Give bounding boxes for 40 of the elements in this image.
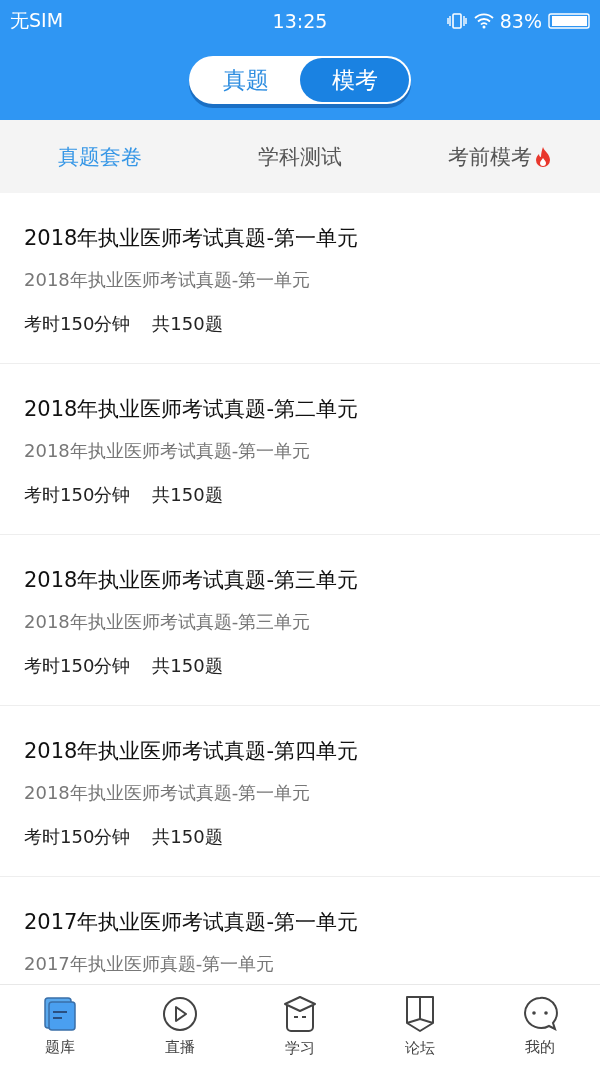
category-tab[interactable]: 考前模考 (448, 138, 532, 175)
segment-tab[interactable]: 模考 (300, 58, 409, 102)
duration-text: 考时150分钟 (24, 654, 131, 678)
battery-text: 83% (499, 10, 542, 32)
chat-bubble-icon (521, 995, 559, 1032)
paper-title: 2018年执业医师考试真题-第二单元 (24, 396, 360, 423)
question-count: 共150题 (152, 654, 223, 678)
paper-title: 2018年执业医师考试真题-第三单元 (24, 567, 360, 594)
paper-card[interactable]: 2018年执业医师考试真题-第一单元 2018年执业医师考试真题-第一单元 考时150分钟 共150题 (0, 193, 600, 364)
paper-card[interactable]: 2018年执业医师考试真题-第四单元 2018年执业医师考试真题-第一单元 考时150分钟 共150题 (0, 706, 600, 877)
nav-tab[interactable]: 学习 (240, 985, 360, 1067)
paper-card[interactable]: 2018年执业医师考试真题-第三单元 2018年执业医师考试真题-第三单元 考时150分钟 共150题 (0, 535, 600, 706)
folder-icon (43, 995, 77, 1032)
paper-subtitle: 2017年执业医师真题-第一单元 (24, 952, 276, 976)
clock-text: 13:25 (272, 10, 328, 32)
duration-text: 考时150分钟 (24, 825, 131, 849)
paper-title: 2018年执业医师考试真题-第四单元 (24, 738, 360, 765)
question-count: 共150题 (152, 483, 223, 507)
vibrate-icon (445, 12, 468, 30)
wifi-icon (473, 13, 494, 29)
duration-text: 考时150分钟 (24, 312, 131, 336)
question-count: 共150题 (152, 312, 223, 336)
paper-subtitle: 2018年执业医师考试真题-第一单元 (24, 439, 312, 463)
graduation-cap-icon (282, 994, 318, 1033)
paper-title: 2018年执业医师考试真题-第一单元 (24, 225, 360, 252)
question-count: 共150题 (152, 825, 223, 849)
nav-tab[interactable]: 题库 (0, 985, 120, 1067)
play-icon (162, 995, 198, 1032)
nav-tab[interactable]: 我的 (480, 985, 600, 1067)
paper-subtitle: 2018年执业医师考试真题-第一单元 (24, 781, 312, 805)
battery-icon (548, 12, 590, 30)
paper-title: 2017年执业医师考试真题-第一单元 (24, 909, 360, 936)
category-tab[interactable]: 学科测试 (258, 138, 342, 175)
nav-tab[interactable]: 直播 (120, 985, 240, 1067)
nav-tab[interactable]: 论坛 (360, 985, 480, 1067)
paper-subtitle: 2018年执业医师考试真题-第三单元 (24, 610, 312, 634)
paper-card[interactable]: 2018年执业医师考试真题-第二单元 2018年执业医师考试真题-第一单元 考时150分钟 共150题 (0, 364, 600, 535)
paper-subtitle: 2018年执业医师考试真题-第一单元 (24, 268, 312, 292)
duration-text: 考时150分钟 (24, 483, 131, 507)
shield-icon (404, 994, 436, 1033)
